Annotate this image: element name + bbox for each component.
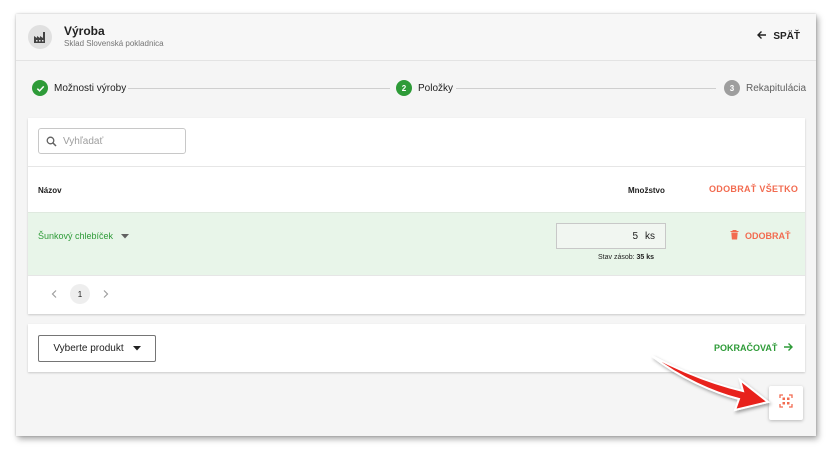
stepper: Možnosti výroby 2 Položky 3 Rekapituláci…: [16, 76, 816, 100]
stock-label: Stav zásob:: [598, 254, 635, 261]
qr-scan-icon: [779, 393, 793, 413]
back-button[interactable]: SPÄŤ: [757, 28, 800, 44]
step-connector: [456, 88, 716, 89]
qr-scan-button[interactable]: [769, 386, 803, 420]
page-number[interactable]: 1: [70, 284, 90, 304]
continue-button[interactable]: POKRAČOVAŤ: [714, 342, 794, 354]
step-2[interactable]: 2 Položky: [396, 80, 453, 96]
quantity-unit: ks: [645, 230, 655, 242]
step-label: Rekapitulácia: [746, 82, 807, 94]
remove-all-button[interactable]: ODOBRAŤ VŠETKO: [709, 184, 798, 194]
quantity-value: 5: [632, 230, 638, 242]
select-product-label: Vyberte produkt: [53, 343, 124, 354]
product-name: Šunkový chlebíček: [38, 231, 114, 241]
search-input[interactable]: [63, 131, 173, 151]
chevron-left-icon[interactable]: [46, 286, 62, 302]
continue-label: POKRAČOVAŤ: [714, 343, 778, 353]
arrow-left-icon: [757, 30, 767, 43]
step-number: 3: [724, 80, 740, 96]
table-row: Šunkový chlebíček 5 ks Stav zásob: 35 ks…: [28, 212, 805, 276]
factory-icon: [28, 25, 52, 49]
search-icon: [46, 136, 57, 147]
step-connector: [128, 88, 390, 89]
trash-icon: [730, 230, 739, 242]
step-number: 2: [396, 80, 412, 96]
back-label: SPÄŤ: [773, 30, 800, 42]
items-card: Názov Množstvo ODOBRAŤ VŠETKO Šunkový ch…: [28, 118, 805, 314]
remove-label: ODOBRAŤ: [745, 231, 791, 241]
product-dropdown[interactable]: Šunkový chlebíček: [38, 231, 130, 241]
table-header: Názov Množstvo ODOBRAŤ VŠETKO: [28, 166, 805, 213]
select-product-button[interactable]: Vyberte produkt: [38, 335, 156, 362]
step-1[interactable]: Možnosti výroby: [32, 80, 126, 96]
actions-card: Vyberte produkt POKRAČOVAŤ: [28, 324, 805, 372]
pagination: 1: [46, 284, 114, 304]
caret-down-icon: [121, 231, 130, 241]
chevron-right-icon[interactable]: [98, 286, 114, 302]
page-title: Výroba: [64, 24, 105, 38]
caret-down-icon: [132, 343, 141, 354]
page-subtitle: Sklad Slovenská pokladnica: [64, 39, 164, 48]
step-label: Možnosti výroby: [54, 82, 127, 94]
stock-info: Stav zásob: 35 ks: [598, 254, 654, 261]
column-header-name: Názov: [38, 186, 62, 195]
step-label: Položky: [418, 82, 454, 94]
check-icon: [32, 80, 48, 96]
remove-item-button[interactable]: ODOBRAŤ: [730, 230, 791, 242]
search-field[interactable]: [38, 128, 186, 154]
app-window: Výroba Sklad Slovenská pokladnica SPÄŤ M…: [16, 14, 816, 436]
arrow-right-icon: [783, 342, 794, 354]
page-header: Výroba Sklad Slovenská pokladnica SPÄŤ: [16, 14, 816, 61]
quantity-field[interactable]: 5 ks: [556, 223, 666, 249]
column-header-quantity: Množstvo: [628, 186, 665, 195]
step-3[interactable]: 3 Rekapitulácia: [724, 80, 806, 96]
stock-value: 35 ks: [636, 254, 655, 261]
